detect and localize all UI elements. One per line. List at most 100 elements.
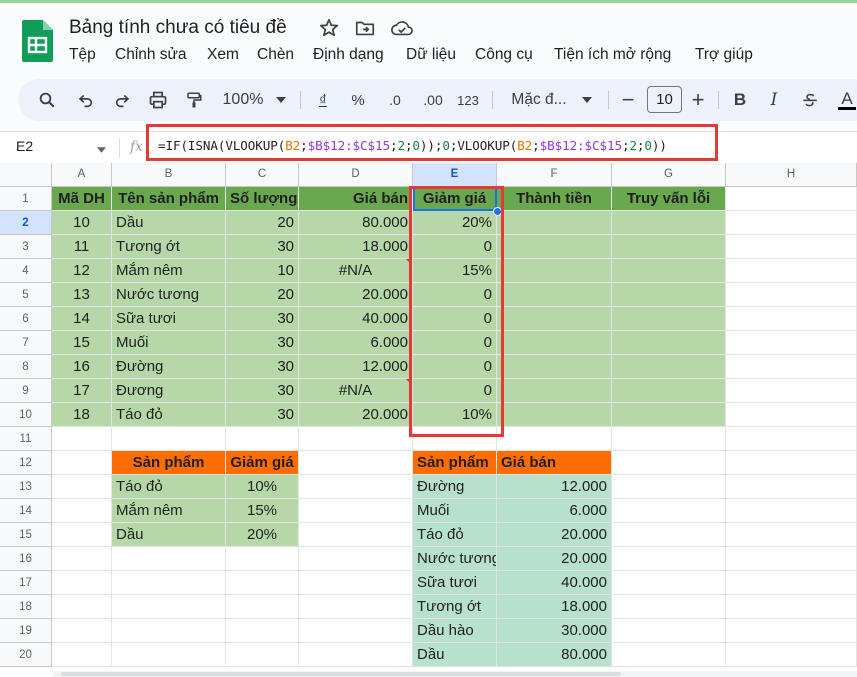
cell[interactable]: [52, 547, 112, 571]
cell[interactable]: [726, 187, 857, 211]
cell[interactable]: [112, 619, 226, 643]
cell[interactable]: [612, 523, 726, 547]
table-cell[interactable]: 15%: [413, 259, 497, 283]
table-cell[interactable]: 30: [226, 331, 299, 355]
table-cell[interactable]: 10%: [413, 403, 497, 427]
table-header-cell[interactable]: Sản phẩm: [112, 451, 226, 475]
column-header-g[interactable]: G: [612, 163, 726, 187]
cell[interactable]: [52, 523, 112, 547]
table-cell[interactable]: Mắm nêm: [112, 259, 226, 283]
table-cell[interactable]: 6.000: [299, 331, 413, 355]
cell[interactable]: [612, 571, 726, 595]
table-cell[interactable]: [497, 235, 612, 259]
row-header-9[interactable]: 9: [0, 379, 52, 403]
table-cell[interactable]: #N/A: [299, 379, 413, 403]
row-header-17[interactable]: 17: [0, 571, 52, 595]
cell[interactable]: [226, 643, 299, 667]
font-size-input[interactable]: 10: [647, 86, 682, 113]
cell[interactable]: [726, 427, 857, 451]
table-cell[interactable]: 0: [413, 331, 497, 355]
cell[interactable]: [226, 427, 299, 451]
fill-handle[interactable]: [493, 207, 502, 216]
table-cell[interactable]: 18.000: [299, 235, 413, 259]
table-cell[interactable]: 40.000: [299, 307, 413, 331]
horizontal-scrollbar[interactable]: [53, 671, 857, 677]
table-cell[interactable]: 15%: [226, 499, 299, 523]
table-cell[interactable]: 20%: [226, 523, 299, 547]
document-title[interactable]: Bảng tính chưa có tiêu đề: [69, 17, 287, 39]
table-cell[interactable]: Nước tương: [413, 547, 497, 571]
chevron-down-icon[interactable]: [274, 79, 288, 121]
table-cell[interactable]: Nước tương: [112, 283, 226, 307]
cell[interactable]: [726, 355, 857, 379]
table-cell[interactable]: 40.000: [497, 571, 612, 595]
cell[interactable]: [52, 595, 112, 619]
cell[interactable]: [112, 643, 226, 667]
row-header-12[interactable]: 12: [0, 451, 52, 475]
row-header-11[interactable]: 11: [0, 427, 52, 451]
decrease-font-size-button[interactable]: −: [618, 79, 638, 121]
column-header-h[interactable]: H: [726, 163, 857, 187]
table-cell[interactable]: Dầu hào: [413, 619, 497, 643]
table-cell[interactable]: 0: [413, 235, 497, 259]
decrease-decimal-button[interactable]: .0: [382, 79, 408, 121]
cell[interactable]: [52, 643, 112, 667]
cell[interactable]: [726, 571, 857, 595]
cell[interactable]: [612, 451, 726, 475]
row-header-3[interactable]: 3: [0, 235, 52, 259]
column-header-c[interactable]: C: [226, 163, 299, 187]
cell[interactable]: [726, 235, 857, 259]
row-header-2[interactable]: 2: [0, 211, 52, 235]
table-cell[interactable]: 17: [52, 379, 112, 403]
table-cell[interactable]: 10: [52, 211, 112, 235]
cell[interactable]: [726, 595, 857, 619]
table-cell[interactable]: 6.000: [497, 499, 612, 523]
table-cell[interactable]: Đương: [112, 379, 226, 403]
cell[interactable]: [726, 283, 857, 307]
table-cell[interactable]: Dầu: [112, 523, 226, 547]
table-cell[interactable]: [612, 283, 726, 307]
percent-button[interactable]: %: [348, 79, 368, 121]
cell[interactable]: [299, 451, 413, 475]
row-header-15[interactable]: 15: [0, 523, 52, 547]
table-cell[interactable]: [612, 331, 726, 355]
table-cell[interactable]: Sữa tươi: [413, 571, 497, 595]
cell[interactable]: [299, 523, 413, 547]
print-icon[interactable]: [146, 79, 170, 121]
select-all-corner[interactable]: [0, 163, 52, 187]
table-cell[interactable]: Tương ớt: [112, 235, 226, 259]
table-cell[interactable]: Đường: [112, 355, 226, 379]
table-cell[interactable]: 15: [52, 331, 112, 355]
cell[interactable]: [726, 643, 857, 667]
cell[interactable]: [299, 427, 413, 451]
star-icon[interactable]: [318, 17, 340, 39]
spreadsheet-grid[interactable]: A B C D E F G H 1 2 3 4 5 6 7 8 9 10 11 12 13 14 15 16 17 18 19 20 M…: [0, 163, 857, 677]
cell[interactable]: [52, 475, 112, 499]
row-header-19[interactable]: 19: [0, 619, 52, 643]
cell[interactable]: [299, 595, 413, 619]
cell[interactable]: [726, 523, 857, 547]
chevron-down-icon[interactable]: [97, 140, 106, 158]
table-cell[interactable]: 80.000: [497, 643, 612, 667]
cell[interactable]: [299, 547, 413, 571]
cell[interactable]: [726, 619, 857, 643]
table-cell[interactable]: 12.000: [497, 475, 612, 499]
cell[interactable]: [299, 499, 413, 523]
table-header-cell[interactable]: Thành tiền: [497, 187, 612, 211]
table-cell[interactable]: 20.000: [497, 523, 612, 547]
table-header-cell[interactable]: Giảm giá: [226, 451, 299, 475]
table-cell[interactable]: Tương ớt: [413, 595, 497, 619]
table-header-cell[interactable]: Giá bán: [299, 187, 413, 211]
column-header-d[interactable]: D: [299, 163, 413, 187]
table-header-cell[interactable]: Giá bán: [497, 451, 612, 475]
table-cell[interactable]: 30: [226, 355, 299, 379]
table-cell[interactable]: Dầu: [413, 643, 497, 667]
table-cell[interactable]: 20: [226, 211, 299, 235]
table-cell[interactable]: 0: [413, 355, 497, 379]
cell[interactable]: [726, 499, 857, 523]
table-cell[interactable]: 0: [413, 379, 497, 403]
table-cell[interactable]: 14: [52, 307, 112, 331]
cloud-status-icon[interactable]: [390, 17, 413, 39]
table-cell[interactable]: 16: [52, 355, 112, 379]
table-cell[interactable]: [497, 403, 612, 427]
